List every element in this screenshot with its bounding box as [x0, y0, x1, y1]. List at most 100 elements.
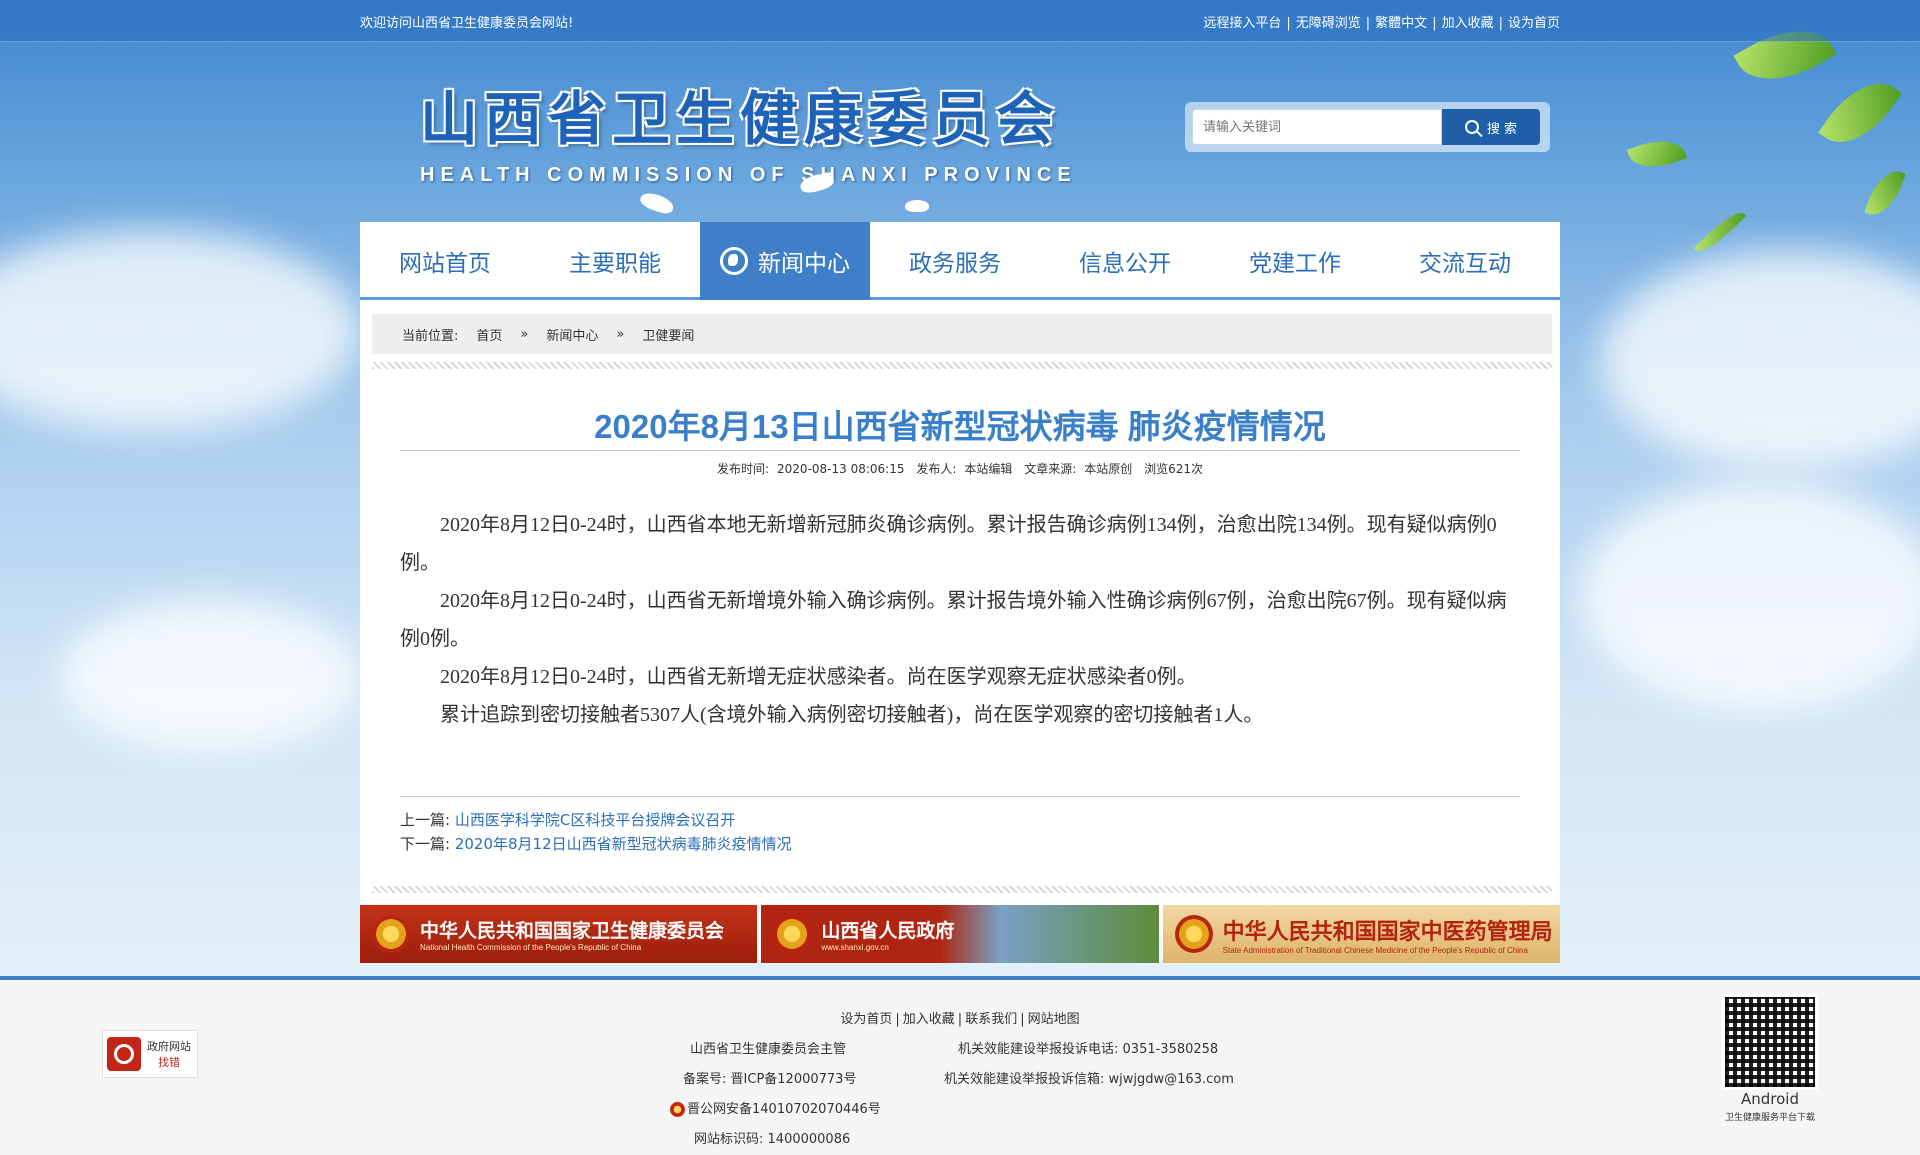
national-emblem-icon	[1174, 915, 1213, 953]
qr-caption: Android	[1741, 1090, 1799, 1108]
source-label: 文章来源:	[1024, 462, 1077, 476]
author: 本站编辑	[964, 462, 1013, 476]
banner-title: 中华人民共和国国家中医药管理局	[1222, 918, 1553, 945]
background-cloud	[1580, 480, 1920, 710]
nav-item-label: 信息公开	[1079, 251, 1171, 277]
breadcrumb-home[interactable]: 首页	[476, 325, 502, 344]
author-label: 发布人:	[916, 462, 957, 476]
article-paragraph: 2020年8月12日0-24时，山西省无新增境外输入确诊病例。累计报告境外输入性…	[400, 590, 1507, 650]
next-label: 下一篇:	[400, 835, 451, 853]
banner-shanxi-gov[interactable]: 山西省人民政府 www.shanxi.gov.cn	[761, 905, 1159, 963]
search-icon	[1464, 120, 1479, 134]
breadcrumb-sep: »	[616, 326, 625, 342]
footer-set-homepage-link[interactable]: 设为首页	[840, 1012, 892, 1027]
dotted-divider	[372, 886, 1552, 893]
prev-article-link[interactable]: 山西医学科学院C区科技平台授牌会议召开	[455, 811, 735, 829]
nav-item-interaction[interactable]: 交流互动	[1380, 222, 1550, 300]
breadcrumb: 当前位置: 首页 » 新闻中心 » 卫健要闻	[372, 314, 1552, 354]
search-input[interactable]	[1192, 109, 1442, 145]
dove-decoration	[905, 200, 929, 212]
publish-label: 发布时间:	[716, 462, 770, 476]
view-count: 浏览621次	[1144, 462, 1203, 476]
logo-title-cn: 山西省卫生健康委员会	[420, 85, 1061, 153]
nav-item-disclosure[interactable]: 信息公开	[1040, 222, 1210, 300]
site-logo[interactable]: 山西省卫生健康委员会 HEALTH COMMISSION OF SHANXI P…	[420, 72, 1100, 186]
add-favorite-link[interactable]: 加入收藏	[1442, 16, 1494, 31]
nav-item-label: 党建工作	[1249, 251, 1341, 277]
set-homepage-link[interactable]: 设为首页	[1508, 16, 1560, 31]
email-label: 机关效能建设举报投诉信箱:	[944, 1072, 1105, 1087]
traditional-chinese-link[interactable]: 繁體中文	[1375, 16, 1427, 31]
icp-label: 备案号:	[683, 1072, 727, 1087]
banner-subtitle: www.shanxi.gov.cn	[821, 943, 889, 952]
phone-value: 0351-3580258	[1122, 1042, 1219, 1057]
banner-tcm[interactable]: 中华人民共和国国家中医药管理局 State Administration of T…	[1162, 905, 1560, 963]
nav-item-services[interactable]: 政务服务	[870, 222, 1040, 300]
next-article-link[interactable]: 2020年8月12日山西省新型冠状病毒肺炎疫情情况	[455, 835, 792, 853]
background-cloud	[0, 230, 360, 430]
top-bar: 欢迎访问山西省卫生健康委员会网站! 远程接入平台 | 无障碍浏览 | 繁體中文 | 加入收藏…	[0, 0, 1920, 42]
nav-item-label: 主要职能	[569, 251, 661, 277]
remote-access-link[interactable]: 远程接入平台	[1203, 16, 1281, 31]
nav-item-home[interactable]: 网站首页	[360, 222, 530, 300]
article-body: 2020年8月12日0-24时，山西省本地无新增新冠肺炎确诊病例。累计报告确诊病…	[400, 506, 1520, 734]
article-paragraph: 2020年8月12日0-24时，山西省无新增无症状感染者。尚在医学观察无症状感染…	[440, 666, 1197, 688]
banner-title: 山西省人民政府	[821, 920, 955, 942]
national-emblem-icon	[372, 915, 410, 953]
nav-item-label: 政务服务	[909, 251, 1001, 277]
nav-item-party[interactable]: 党建工作	[1210, 222, 1380, 300]
partner-banners: 中华人民共和国国家卫生健康委员会 National Health Commissi…	[360, 905, 1560, 963]
main-nav: 网站首页 主要职能 新闻中心 政务服务 信息公开 党建工作 交流互动	[360, 222, 1560, 300]
banner-title: 中华人民共和国国家卫生健康委员会	[420, 920, 725, 942]
nav-item-label: 新闻中心	[758, 251, 850, 277]
dotted-divider	[372, 362, 1552, 369]
search-button-label: 搜 索	[1486, 121, 1518, 137]
leaf-decoration	[1693, 205, 1747, 259]
nav-item-label: 交流互动	[1419, 251, 1511, 277]
publish-time: 2020-08-13 08:06:15	[777, 462, 905, 476]
nav-item-label: 网站首页	[399, 251, 491, 277]
breadcrumb-current[interactable]: 卫健要闻	[642, 325, 694, 344]
phone-label: 机关效能建设举报投诉电话:	[958, 1042, 1119, 1057]
article-paragraph: 2020年8月12日0-24时，山西省本地无新增新冠肺炎确诊病例。累计报告确诊病…	[400, 514, 1497, 574]
prev-label: 上一篇:	[400, 811, 451, 829]
article-meta: 发布时间: 2020-08-13 08:06:15 发布人: 本站编辑 文章来源: 本…	[400, 460, 1520, 477]
prev-next-nav: 上一篇: 山西医学科学院C区科技平台授牌会议召开 下一篇: 2020年8月12日…	[400, 808, 792, 856]
footer-icp: 备案号: 晋ICP备12000773号	[683, 1068, 856, 1087]
footer-contact-link[interactable]: 联系我们	[965, 1012, 1017, 1027]
banner-subtitle: State Administration of Traditional Chin…	[1222, 945, 1528, 955]
article-title: 2020年8月13日山西省新型冠状病毒 肺炎疫情情况	[594, 408, 1326, 445]
footer-links: 设为首页 | 加入收藏 | 联系我们 | 网站地图	[840, 1012, 1080, 1027]
logo-title-en: HEALTH COMMISSION OF SHANXI PROVINCE	[420, 164, 1077, 186]
breadcrumb-news[interactable]: 新闻中心	[546, 325, 598, 344]
main-container: 网站首页 主要职能 新闻中心 政务服务 信息公开 党建工作 交流互动 当前位置:…	[360, 222, 1560, 960]
footer-site-id: 网站标识码: 1400000086	[694, 1128, 850, 1147]
leaf-decoration	[1818, 67, 1902, 159]
footer-host: 山西省卫生健康委员会主管	[690, 1042, 847, 1057]
nav-item-news[interactable]: 新闻中心	[700, 222, 870, 300]
leaf-decoration	[1864, 165, 1906, 221]
icp-value[interactable]: 晋ICP备12000773号	[731, 1072, 857, 1087]
nav-item-functions[interactable]: 主要职能	[530, 222, 700, 300]
site-id-value: 1400000086	[767, 1132, 851, 1147]
badge-line2: 找错	[158, 1056, 180, 1069]
breadcrumb-label: 当前位置:	[402, 328, 459, 344]
police-record: 晋公网安备14010702070446号	[687, 1102, 881, 1117]
search-box: 搜 索	[1185, 102, 1550, 152]
search-button[interactable]: 搜 索	[1442, 109, 1540, 145]
police-badge-icon	[670, 1102, 685, 1117]
qr-subcaption: 卫生健康服务平台下载	[1724, 1113, 1815, 1123]
gov-site-error-badge[interactable]: 政府网站 找错	[102, 1030, 198, 1078]
banner-nhc[interactable]: 中华人民共和国国家卫生健康委员会 National Health Commissi…	[360, 905, 758, 963]
footer-add-favorite-link[interactable]: 加入收藏	[903, 1012, 955, 1027]
site-id-label: 网站标识码:	[694, 1132, 764, 1147]
accessibility-link[interactable]: 无障碍浏览	[1296, 16, 1361, 31]
qr-code-icon	[1722, 994, 1818, 1090]
welcome-text: 欢迎访问山西省卫生健康委员会网站!	[360, 15, 574, 31]
national-emblem-icon	[773, 915, 812, 953]
footer-police[interactable]: 晋公网安备14010702070446号	[670, 1098, 881, 1117]
background-cloud	[1600, 250, 1920, 470]
footer-sitemap-link[interactable]: 网站地图	[1028, 1012, 1080, 1027]
source: 本站原创	[1084, 462, 1133, 476]
footer-phone: 机关效能建设举报投诉电话: 0351-3580258	[958, 1038, 1218, 1057]
